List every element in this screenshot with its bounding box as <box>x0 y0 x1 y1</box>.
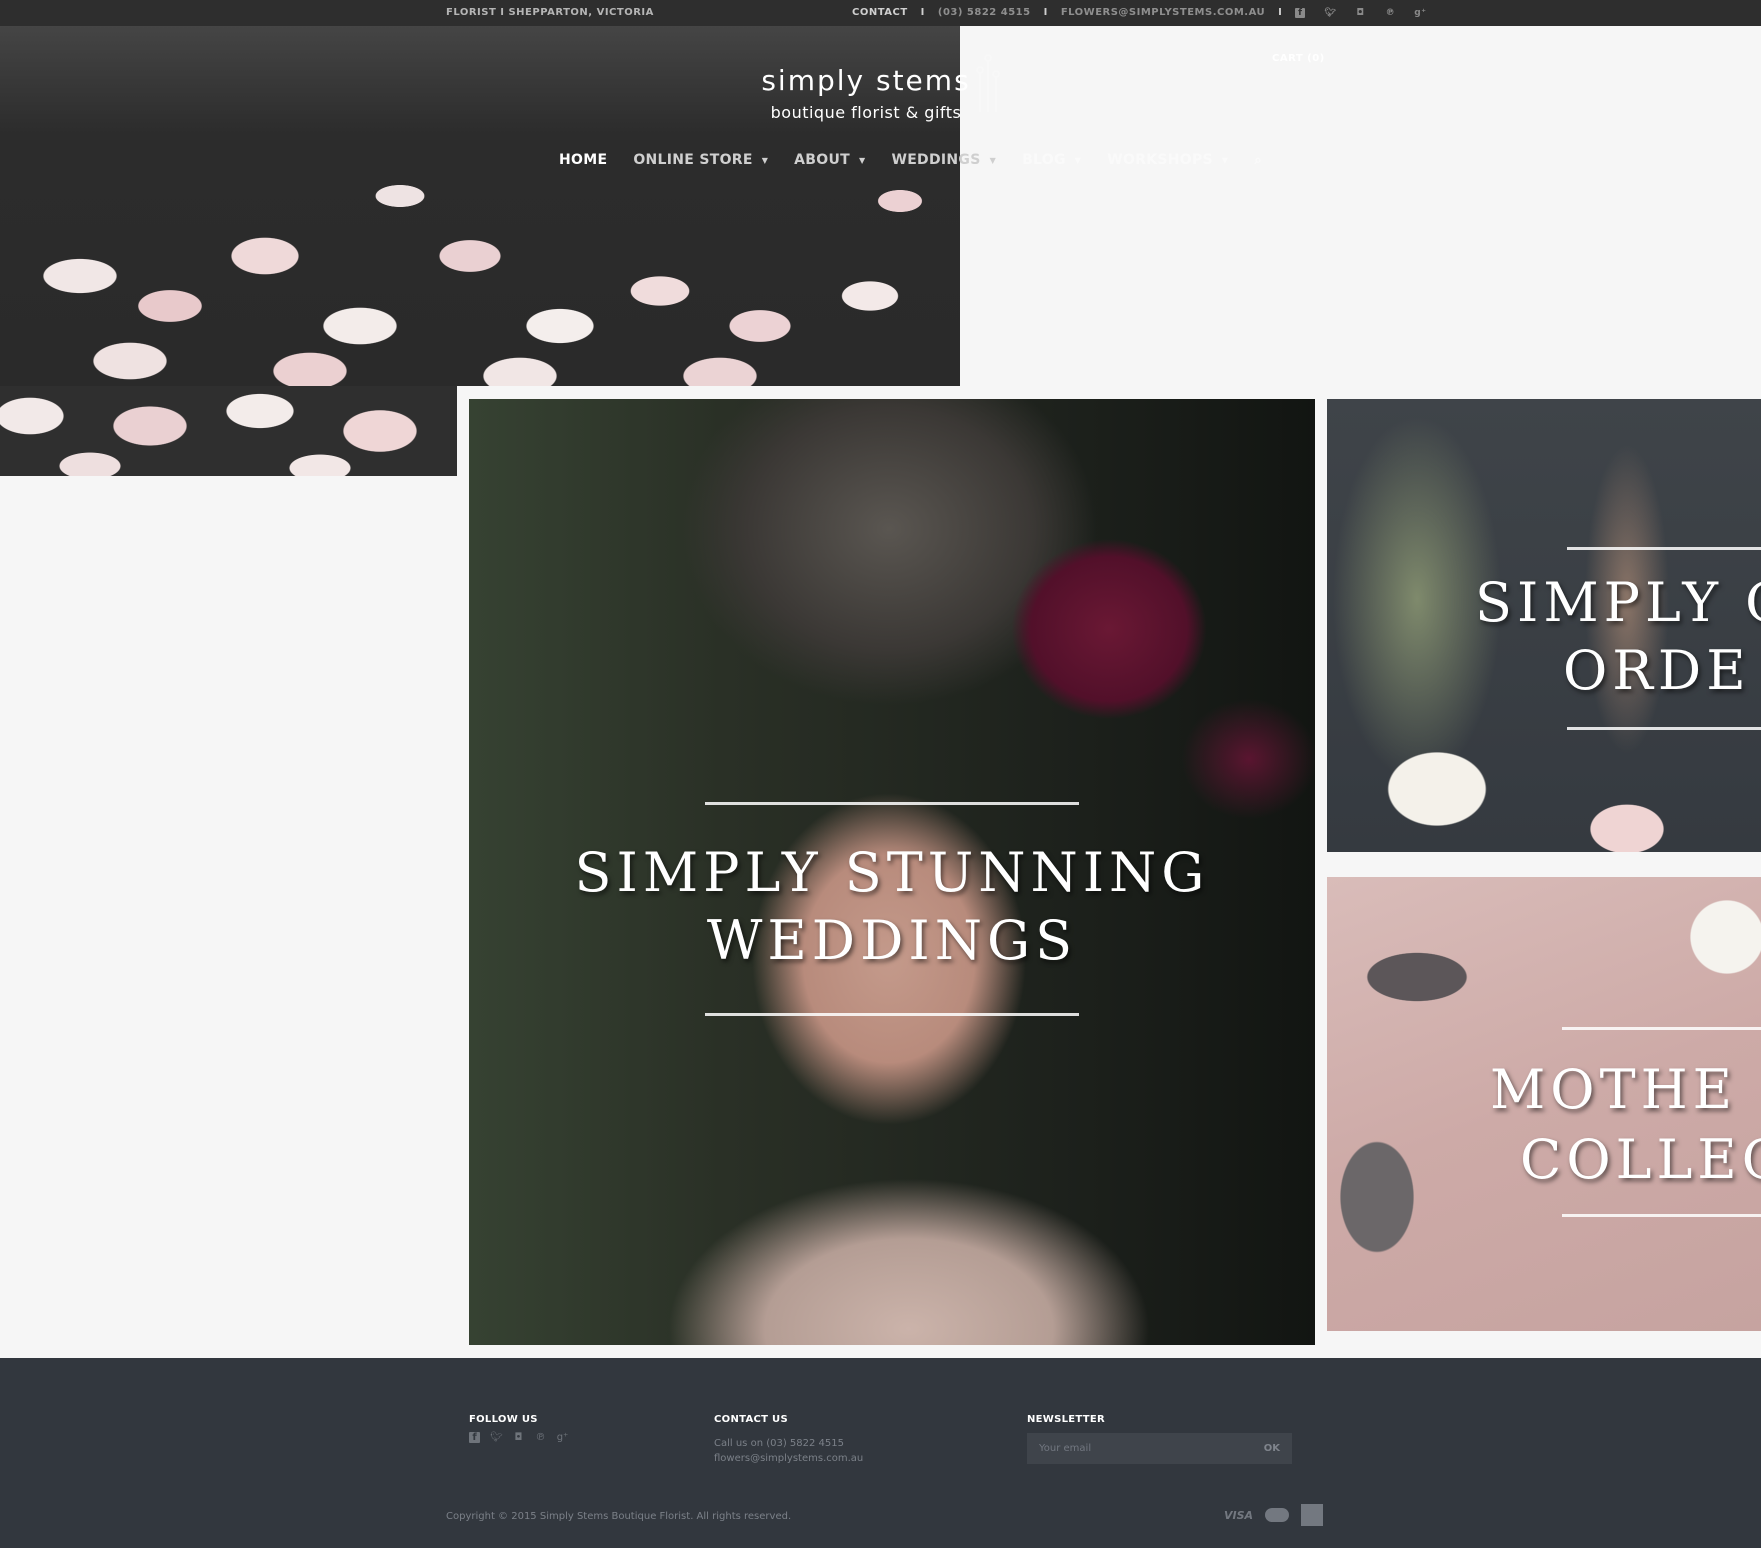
nav-label: ONLINE STORE <box>633 152 753 168</box>
contact-us-heading: CONTACT US <box>714 1414 788 1425</box>
payment-methods: VISA <box>1224 1504 1324 1526</box>
nav-label: BLOG <box>1022 152 1066 168</box>
site-footer: FOLLOW US f 🐦︎ ◘ ℗ g⁺ CONTACT US Call us… <box>0 1358 1761 1548</box>
footer-email[interactable]: flowers@simplystems.com.au <box>714 1451 863 1466</box>
nav-label: HOME <box>559 152 608 168</box>
contact-link[interactable]: CONTACT <box>852 7 908 18</box>
chevron-down-icon: ▼ <box>989 155 997 165</box>
flower-stems-icon <box>976 54 1000 112</box>
google-plus-icon[interactable]: g⁺ <box>1414 8 1426 18</box>
logo-name: simply stems <box>761 64 971 97</box>
email-link[interactable]: FLOWERS@SIMPLYSTEMS.COM.AU <box>1061 7 1265 18</box>
promo-title-order: SIMPLY O ORDE <box>1475 569 1761 705</box>
amex-icon <box>1301 1504 1324 1526</box>
promo-line-1: SIMPLY O <box>1475 571 1761 634</box>
separator: I <box>1278 7 1283 18</box>
pinterest-icon[interactable]: ℗ <box>1385 8 1395 18</box>
divider-line <box>705 1013 1079 1016</box>
page: FLORIST I SHEPPARTON, VICTORIA CONTACT I… <box>0 0 1761 1548</box>
promo-tile-mothers-day[interactable]: MOTHE COLLEC <box>1327 877 1761 1331</box>
nav-label: ABOUT <box>794 152 850 168</box>
divider-line <box>1567 547 1761 550</box>
newsletter-submit-button[interactable]: OK <box>1264 1443 1280 1454</box>
newsletter-heading: NEWSLETTER <box>1027 1414 1106 1425</box>
chevron-down-icon: ▼ <box>761 155 769 165</box>
footer-contact-info: Call us on (03) 5822 4515 flowers@simply… <box>714 1436 863 1466</box>
footer-phone[interactable]: Call us on (03) 5822 4515 <box>714 1436 863 1451</box>
promo-line-1: SIMPLY STUNNING <box>574 841 1210 904</box>
footer-social-links: f 🐦︎ ◘ ℗ g⁺ <box>469 1432 568 1443</box>
phone-link[interactable]: (03) 5822 4515 <box>938 7 1031 18</box>
promo-title-weddings: SIMPLY STUNNING WEDDINGS <box>469 839 1315 975</box>
chevron-down-icon: ▼ <box>859 155 866 165</box>
nav-item-online-store[interactable]: ONLINE STORE ▼ <box>633 152 768 168</box>
top-bar: FLORIST I SHEPPARTON, VICTORIA CONTACT I… <box>0 0 1761 26</box>
visa-icon: VISA <box>1224 1508 1254 1522</box>
divider-line <box>705 802 1079 805</box>
newsletter-form: OK <box>1027 1433 1292 1464</box>
chevron-down-icon: ▼ <box>1221 155 1229 165</box>
nav-item-blog[interactable]: BLOG ▼ <box>1022 152 1081 168</box>
promo-title-mothers-day: MOTHE COLLEC <box>1490 1055 1761 1195</box>
nav-label: WORKSHOPS <box>1107 152 1213 168</box>
search-icon[interactable]: ⌕ <box>1254 153 1268 168</box>
nav-label: WEDDINGS <box>891 152 981 168</box>
nav-item-weddings[interactable]: WEDDINGS ▼ <box>891 152 996 168</box>
instagram-icon[interactable]: ◘ <box>1355 8 1365 18</box>
divider-line <box>1562 1027 1761 1030</box>
top-bar-contact: CONTACT I (03) 5822 4515 I FLOWERS@SIMPL… <box>852 7 1438 18</box>
hero-petals-image-lower <box>0 386 457 476</box>
follow-us-heading: FOLLOW US <box>469 1414 538 1425</box>
top-social-links: f 🐦︎ ◘ ℗ g⁺ <box>1295 7 1438 18</box>
divider-line <box>1567 727 1761 730</box>
logo-tagline: boutique florist & gifts <box>770 103 962 122</box>
copyright-text: Copyright © 2015 Simply Stems Boutique F… <box>446 1511 792 1522</box>
promo-line-2: COLLEC <box>1520 1128 1761 1191</box>
separator: I <box>920 7 925 18</box>
location-text: FLORIST I SHEPPARTON, VICTORIA <box>446 7 654 18</box>
promo-tile-weddings[interactable]: SIMPLY STUNNING WEDDINGS <box>469 399 1315 1345</box>
instagram-icon[interactable]: ◘ <box>513 1432 524 1443</box>
main-nav: HOME ONLINE STORE ▼ ABOUT ▼ WEDDINGS ▼ B… <box>559 152 1268 168</box>
newsletter-email-input[interactable] <box>1039 1443 1239 1454</box>
facebook-icon[interactable]: f <box>1295 7 1306 18</box>
mastercard-icon <box>1265 1508 1290 1522</box>
divider-line <box>1562 1214 1761 1217</box>
facebook-icon[interactable]: f <box>469 1432 480 1443</box>
promo-line-2: ORDE <box>1563 639 1751 702</box>
nav-item-workshops[interactable]: WORKSHOPS ▼ <box>1107 152 1228 168</box>
site-logo[interactable]: simply stems boutique florist & gifts <box>746 64 986 122</box>
twitter-icon[interactable]: 🐦︎ <box>1324 8 1335 18</box>
twitter-icon[interactable]: 🐦︎ <box>490 1432 503 1443</box>
nav-item-about[interactable]: ABOUT ▼ <box>794 152 865 168</box>
promo-line-2: WEDDINGS <box>706 909 1078 972</box>
google-plus-icon[interactable]: g⁺ <box>557 1432 569 1443</box>
nav-item-home[interactable]: HOME <box>559 152 607 168</box>
pinterest-icon[interactable]: ℗ <box>535 1432 546 1443</box>
separator: I <box>1043 7 1048 18</box>
cart-link[interactable]: CART (0) <box>1272 53 1325 64</box>
promo-line-1: MOTHE <box>1490 1058 1738 1121</box>
chevron-down-icon: ▼ <box>1074 155 1082 165</box>
promo-tile-order[interactable]: SIMPLY O ORDE <box>1327 399 1761 852</box>
